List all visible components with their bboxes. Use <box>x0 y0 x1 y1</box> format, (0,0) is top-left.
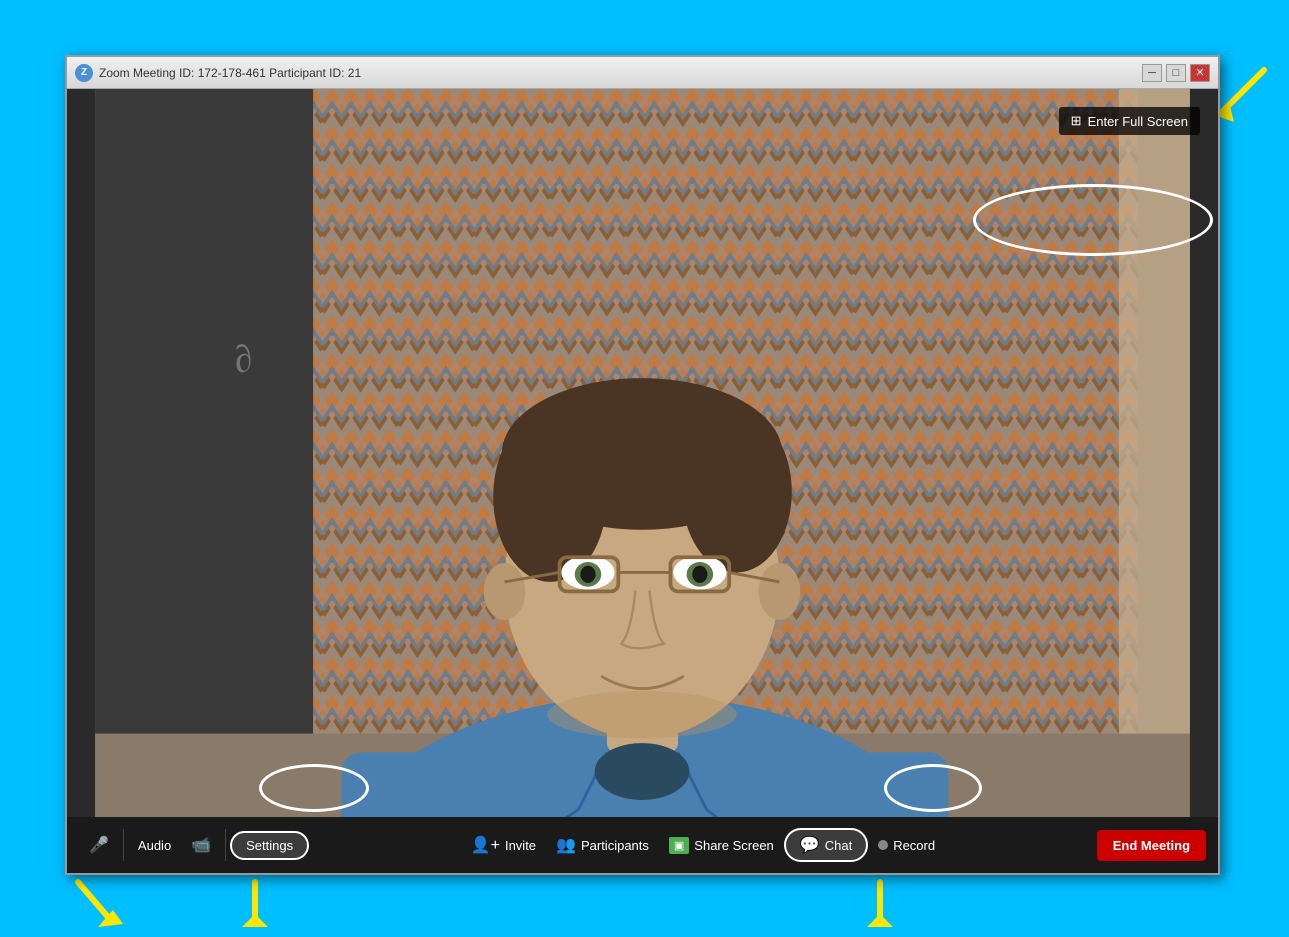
zoom-window: Z Zoom Meeting ID: 172-178-461 Participa… <box>65 55 1220 875</box>
record-icon <box>878 840 888 850</box>
fullscreen-icon: ⊞ <box>1071 113 1082 129</box>
share-screen-button[interactable]: ▣ Share Screen <box>659 831 784 860</box>
zoom-icon: Z <box>75 64 93 82</box>
settings-label: Settings <box>246 838 293 853</box>
video-icon: 📹 <box>191 835 211 855</box>
video-area: ∂ <box>67 89 1218 817</box>
maximize-button[interactable]: □ <box>1166 64 1186 82</box>
window-title: Zoom Meeting ID: 172-178-461 Participant… <box>99 66 1142 80</box>
settings-button[interactable]: Settings <box>230 831 309 860</box>
window-controls: ─ □ ✕ <box>1142 64 1210 82</box>
title-bar: Z Zoom Meeting ID: 172-178-461 Participa… <box>67 57 1218 89</box>
chat-label: Chat <box>825 838 852 853</box>
fullscreen-button[interactable]: ⊞ Enter Full Screen <box>1059 107 1200 135</box>
chat-button[interactable]: 💬 Chat <box>784 828 868 862</box>
participants-button[interactable]: 👥 Participants <box>546 829 659 861</box>
invite-button[interactable]: 👤+ Invite <box>461 829 546 861</box>
separator-2 <box>225 829 226 861</box>
video-button[interactable]: 📹 <box>181 829 221 861</box>
separator-1 <box>123 829 124 861</box>
audio-label: Audio <box>138 838 171 853</box>
participants-label: Participants <box>581 838 649 853</box>
fullscreen-label: Enter Full Screen <box>1088 114 1188 129</box>
end-meeting-button[interactable]: End Meeting <box>1097 830 1206 861</box>
mic-button[interactable]: 🎤 <box>79 829 119 861</box>
record-button[interactable]: Record <box>868 832 945 859</box>
record-label: Record <box>893 838 935 853</box>
toolbar: 🎤 Audio 📹 Settings 👤+ Invite 👥 Participa… <box>67 817 1218 873</box>
video-feed: ∂ <box>67 89 1218 817</box>
participants-icon: 👥 <box>556 835 576 855</box>
audio-button[interactable]: Audio <box>128 832 181 859</box>
invite-label: Invite <box>505 838 536 853</box>
share-screen-label: Share Screen <box>694 838 774 853</box>
minimize-button[interactable]: ─ <box>1142 64 1162 82</box>
mic-icon: 🎤 <box>89 835 109 855</box>
invite-icon: 👤+ <box>471 835 500 855</box>
close-button[interactable]: ✕ <box>1190 64 1210 82</box>
share-screen-icon: ▣ <box>669 837 689 854</box>
chat-icon: 💬 <box>800 835 820 855</box>
